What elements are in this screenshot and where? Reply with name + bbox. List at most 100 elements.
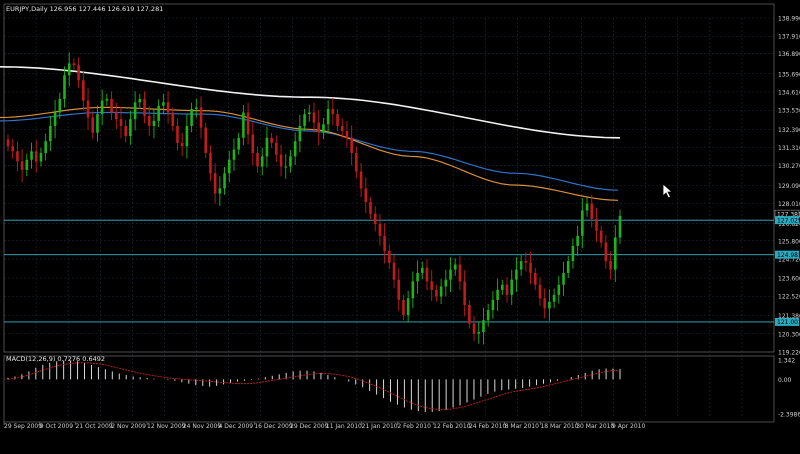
time-tick-label: 8 Mar 2010 <box>505 423 539 430</box>
candle-body <box>16 151 19 162</box>
candle-body <box>392 262 396 280</box>
time-tick-label: 24 Feb 2010 <box>469 423 507 430</box>
candle-body <box>388 250 391 263</box>
candle-body <box>53 112 57 126</box>
candle-body <box>284 166 288 168</box>
candle-body <box>449 269 452 280</box>
candle-body <box>524 261 528 263</box>
candle-body <box>350 137 353 153</box>
candle-body <box>458 264 462 282</box>
price-label: 124.981 <box>777 252 800 259</box>
candle-body <box>251 134 255 153</box>
candle-body <box>190 109 193 126</box>
candle-body <box>63 75 66 99</box>
candle-body <box>30 151 33 160</box>
candle-body <box>468 305 471 324</box>
candle-body <box>359 171 363 189</box>
candle-body <box>430 281 433 290</box>
candle-body <box>538 284 542 299</box>
candle-body <box>383 235 386 251</box>
candle-body <box>49 125 52 142</box>
candle-body <box>180 142 184 147</box>
candle-body <box>477 332 481 334</box>
candle-body <box>557 284 561 295</box>
candle-body <box>185 125 189 147</box>
candle-body <box>110 98 113 113</box>
candle-body <box>552 294 556 302</box>
price-tick-label: 120.300 <box>778 331 800 338</box>
candle-body <box>204 127 208 153</box>
price-tick-label: 136.890 <box>778 51 800 58</box>
candle-body <box>246 112 250 135</box>
candle-body <box>25 159 29 170</box>
price-tick-label: 133.530 <box>778 108 800 115</box>
price-tick-label: 129.090 <box>778 183 800 190</box>
candle-body <box>472 323 476 334</box>
candle-body <box>501 284 504 290</box>
candle-body <box>279 154 283 167</box>
time-tick-label: 12 Feb 2010 <box>433 423 471 430</box>
candle-body <box>147 115 151 126</box>
candle-body <box>576 235 579 246</box>
candle-body <box>345 131 349 138</box>
time-tick-label: 16 Dec 2009 <box>254 423 293 430</box>
candle-body <box>613 237 617 270</box>
candle-body <box>435 289 438 297</box>
candle-body <box>340 125 344 132</box>
candle-body <box>105 98 109 101</box>
candle-body <box>44 141 47 153</box>
time-tick-label: 21 Jan 2010 <box>362 423 398 430</box>
candle-body <box>505 284 509 295</box>
price-tick-label: 123.600 <box>778 276 800 283</box>
candle-body <box>331 109 335 115</box>
candle-body <box>322 124 325 133</box>
time-tick-label: 29 Sep 2009 <box>4 423 42 430</box>
candle-body <box>420 267 424 273</box>
time-tick-label: 30 Mar 2010 <box>576 423 614 430</box>
price-chart-svg[interactable]: 138.990 137.910 136.890 135.690 134.610 133.5… <box>0 0 800 450</box>
candle-body <box>590 203 594 219</box>
price-tick-label: 128.010 <box>778 201 800 208</box>
candle-body <box>566 261 570 273</box>
candle-body <box>138 98 142 103</box>
time-tick-label: 29 Dec 2009 <box>290 423 329 430</box>
candle-body <box>227 159 231 174</box>
candle-body <box>595 218 598 231</box>
candle-body <box>515 269 518 280</box>
candle-body <box>34 151 38 162</box>
candle-body <box>510 279 514 295</box>
price-tick-label: 131.310 <box>778 145 800 152</box>
candle-body <box>72 63 76 66</box>
candle-body <box>609 261 612 270</box>
candle-body <box>58 98 62 113</box>
candle-body <box>67 63 71 76</box>
candle-body <box>364 188 368 202</box>
time-tick-label: 11 Jan 2010 <box>326 423 362 430</box>
candle-body <box>143 98 146 116</box>
candle-body <box>303 114 306 126</box>
time-tick-label: 21 Oct 2009 <box>76 423 113 430</box>
candle-body <box>378 223 382 236</box>
candle-body <box>604 242 608 262</box>
time-tick-label: 18 Mar 2010 <box>540 423 578 430</box>
candle-body <box>39 152 43 162</box>
candle-body <box>496 289 499 300</box>
price-tick-label: 132.390 <box>778 127 800 134</box>
macd-tick-label: 0.00 <box>778 377 792 384</box>
candle-body <box>77 65 80 81</box>
price-label: 121.001 <box>777 319 800 326</box>
candle-body <box>326 109 330 125</box>
candle-body <box>129 119 132 137</box>
candle-body <box>463 281 466 306</box>
candle-body <box>152 120 156 126</box>
candle-body <box>256 152 259 167</box>
candle-body <box>416 272 419 282</box>
candle-body <box>82 80 85 101</box>
candle-body <box>100 100 104 115</box>
candle-body <box>298 125 302 142</box>
candle-body <box>402 299 405 316</box>
candle-body <box>529 262 532 273</box>
candle-body <box>453 264 457 270</box>
time-tick-label: 2 Nov 2009 <box>111 423 146 430</box>
candle-body <box>307 112 311 115</box>
